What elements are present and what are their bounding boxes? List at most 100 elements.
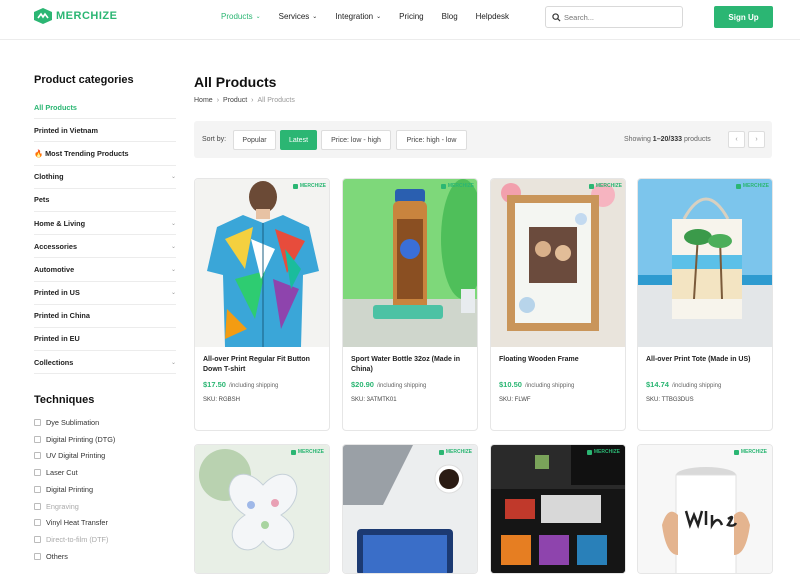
search-icon: [552, 12, 561, 22]
product-image-acrylic-plaque[interactable]: [195, 445, 330, 574]
breadcrumb: Home › Product › All Products: [194, 97, 295, 104]
product-name[interactable]: All-over Print Tote (Made in US): [646, 355, 766, 365]
search-input[interactable]: [564, 12, 674, 22]
category-printed-in-vietnam[interactable]: Printed in Vietnam: [34, 119, 176, 143]
product-name[interactable]: Floating Wooden Frame: [499, 355, 619, 365]
shipping-note: /including shipping: [671, 383, 722, 389]
category-home-living[interactable]: Home & Living ⌄: [34, 212, 176, 236]
product-card[interactable]: MERCHIZE Floating Wooden Frame $10.50/in…: [490, 178, 626, 431]
sort-price-low-high-button[interactable]: Price: low - high: [321, 130, 391, 150]
brand-watermark-text: MERCHIZE: [299, 183, 326, 189]
checkbox[interactable]: [34, 469, 41, 477]
checkbox[interactable]: [34, 419, 41, 427]
sort-popular-button[interactable]: Popular: [233, 130, 276, 150]
category-printed-in-eu[interactable]: Printed in EU: [34, 328, 176, 352]
technique-dye-sublimation[interactable]: Dye Sublimation: [34, 414, 176, 431]
brand-watermark-text: MERCHIZE: [595, 183, 622, 189]
next-page-button[interactable]: ›: [748, 131, 765, 148]
chevron-down-icon[interactable]: ⌄: [171, 266, 176, 273]
product-price: $17.50/including shipping: [203, 380, 278, 389]
technique-digital-printing[interactable]: Digital Printing: [34, 481, 176, 498]
chevron-down-icon[interactable]: ⌄: [171, 243, 176, 250]
brand-watermark: MERCHIZE: [588, 183, 622, 189]
category-pets[interactable]: Pets: [34, 189, 176, 212]
technique-uv-digital[interactable]: UV Digital Printing: [34, 448, 176, 465]
technique-label: Direct-to-film (DTF): [46, 534, 109, 544]
checkbox[interactable]: [34, 485, 41, 493]
technique-dtg[interactable]: Digital Printing (DTG): [34, 431, 176, 448]
product-image-mouse-pad[interactable]: [343, 445, 478, 574]
product-card[interactable]: MERCHIZE All-over Print Tote (Made in US…: [637, 178, 773, 431]
product-image-bottle[interactable]: MERCHIZE: [343, 179, 477, 347]
category-printed-in-china[interactable]: Printed in China: [34, 305, 176, 328]
technique-others[interactable]: Others: [34, 548, 176, 565]
price-value: $20.90: [351, 380, 374, 389]
category-label: Clothing: [34, 172, 64, 182]
breadcrumb-home[interactable]: Home: [194, 97, 213, 104]
nav-pricing[interactable]: Pricing: [399, 12, 423, 21]
technique-label: Others: [46, 551, 68, 561]
category-clothing[interactable]: Clothing ⌄: [34, 166, 176, 189]
product-image-frame[interactable]: MERCHIZE: [491, 179, 625, 347]
product-name[interactable]: All-over Print Regular Fit Button Down T…: [203, 355, 323, 375]
product-card[interactable]: MERCHIZE: [637, 444, 773, 574]
product-card[interactable]: MERCHIZE All-over Print Regular Fit Butt…: [194, 178, 330, 431]
checkbox[interactable]: [34, 519, 41, 527]
sort-price-high-low-button[interactable]: Price: high - low: [396, 130, 467, 150]
product-image-tumbler[interactable]: [638, 445, 773, 574]
product-image-desk-mat[interactable]: [491, 445, 626, 574]
main-nav: Products ⌄ Services ⌄ Integration ⌄ Pricing…: [221, 12, 527, 21]
product-price: $10.50/including shipping: [499, 380, 574, 389]
merchize-logo[interactable]: MERCHIZE: [34, 8, 117, 24]
chevron-down-icon[interactable]: ⌄: [171, 359, 176, 366]
technique-list: Dye Sublimation Digital Printing (DTG) U…: [34, 414, 176, 564]
product-name[interactable]: Sport Water Bottle 32oz (Made in China): [351, 355, 471, 375]
nav-integration[interactable]: Integration ⌄: [335, 12, 381, 21]
breadcrumb-product[interactable]: Product: [223, 97, 247, 104]
product-image-shirt[interactable]: MERCHIZE: [195, 179, 329, 347]
category-accessories[interactable]: Accessories ⌄: [34, 235, 176, 259]
technique-laser-cut[interactable]: Laser Cut: [34, 464, 176, 481]
product-card[interactable]: MERCHIZE: [342, 444, 478, 574]
product-card[interactable]: MERCHIZE: [194, 444, 330, 574]
results-suffix: products: [682, 136, 711, 143]
product-image-tote[interactable]: MERCHIZE: [638, 179, 772, 347]
results-count: Showing 1–20/333 products: [624, 136, 711, 143]
nav-products[interactable]: Products ⌄: [221, 12, 261, 21]
nav-blog-label: Blog: [441, 12, 458, 21]
category-label: Printed in Vietnam: [34, 125, 98, 135]
sign-up-button[interactable]: Sign Up: [714, 6, 773, 28]
technique-label: Digital Printing (DTG): [46, 434, 116, 444]
shipping-note: /including shipping: [376, 383, 427, 389]
category-automotive[interactable]: Automotive ⌄: [34, 258, 176, 282]
nav-helpdesk[interactable]: Helpdesk: [476, 12, 509, 21]
nav-blog[interactable]: Blog: [442, 12, 458, 21]
checkbox[interactable]: [34, 435, 41, 443]
technique-vinyl-heat-transfer[interactable]: Vinyl Heat Transfer: [34, 514, 176, 531]
sort-latest-button[interactable]: Latest: [280, 130, 317, 150]
brand-watermark-text: MERCHIZE: [297, 449, 324, 455]
category-label: Accessories: [34, 241, 78, 251]
checkbox[interactable]: [34, 552, 41, 560]
checkbox[interactable]: [34, 452, 41, 460]
category-all-products[interactable]: All Products: [34, 96, 176, 120]
search-box[interactable]: [545, 6, 683, 28]
category-label: Printed in US: [34, 288, 80, 298]
sort-label: Sort by:: [202, 136, 227, 143]
logo-text: MERCHIZE: [56, 10, 118, 22]
prev-page-button[interactable]: ‹: [728, 131, 745, 148]
category-printed-in-us[interactable]: Printed in US ⌄: [34, 282, 176, 305]
nav-integration-label: Integration: [335, 12, 374, 21]
product-card[interactable]: MERCHIZE: [490, 444, 626, 574]
brand-watermark: MERCHIZE: [735, 183, 769, 189]
price-value: $14.74: [646, 380, 669, 389]
category-collections[interactable]: Collections ⌄: [34, 351, 176, 375]
chevron-down-icon[interactable]: ⌄: [171, 220, 176, 227]
chevron-down-icon[interactable]: ⌄: [171, 173, 176, 180]
product-card[interactable]: MERCHIZE Sport Water Bottle 32oz (Made i…: [342, 178, 478, 431]
sidebar: Product categories All Products Printed …: [34, 74, 176, 564]
nav-services[interactable]: Services ⌄: [279, 12, 318, 21]
chevron-down-icon[interactable]: ⌄: [171, 289, 176, 296]
category-most-trending[interactable]: 🔥 Most Trending Products: [34, 142, 176, 166]
technique-label: Engraving: [46, 501, 79, 511]
